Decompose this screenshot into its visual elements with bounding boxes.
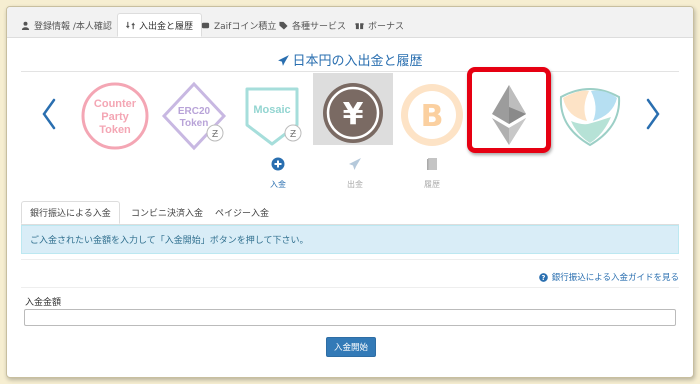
jpy-coin[interactable]: ¥ [314, 77, 392, 155]
divider [21, 71, 679, 72]
ethereum-highlight-box [467, 67, 551, 153]
coin-label: Token [180, 118, 209, 129]
tag-icon [279, 21, 288, 30]
withdraw-action[interactable]: 出金 [335, 157, 375, 190]
question-circle-icon: ? [538, 272, 548, 282]
coin-label: ERC20 [178, 106, 211, 117]
history-action[interactable]: 履歴 [412, 157, 452, 190]
send-icon [349, 158, 361, 170]
user-icon [21, 21, 30, 30]
mosaic-coin[interactable]: Mosaic Ƶ [233, 77, 311, 155]
tab-bonus[interactable]: ボーナス [347, 13, 412, 37]
erc20-token-coin[interactable]: ERC20 Token Ƶ [155, 77, 233, 155]
tab-label: 入出金と履歴 [139, 21, 194, 32]
tab-label: ペイジー入金 [215, 209, 270, 219]
action-label: 履歴 [424, 180, 440, 189]
start-deposit-button[interactable]: 入金開始 [326, 337, 376, 357]
tab-label: Zaifコイン積立 [214, 21, 277, 32]
deposit-method-tabs: 銀行振込による入金 コンビニ決済入金 ペイジー入金 [21, 201, 679, 225]
chevron-left-icon[interactable] [39, 97, 59, 131]
send-icon [278, 55, 290, 66]
divider [21, 259, 679, 260]
book-icon [427, 158, 437, 170]
coin-label: Counter [94, 98, 137, 110]
page-title-text: 日本円の入出金と履歴 [292, 54, 423, 69]
info-message: ご入金されたい金額を入力して「入金開始」ボタンを押して下さい。 [30, 236, 309, 246]
tab-deposit-history[interactable]: 入出金と履歴 [117, 13, 203, 37]
zaif-mark-icon: Ƶ [290, 129, 296, 140]
deposit-action[interactable]: 入金 [258, 157, 298, 190]
coin-label: Mosaic [253, 104, 290, 116]
coin-label: ¥ [343, 97, 364, 132]
action-label: 入金 [270, 180, 286, 189]
chevron-right-icon[interactable] [643, 97, 663, 131]
counterparty-token-coin[interactable]: Counter Party Token [76, 77, 154, 155]
exchange-icon [126, 21, 135, 29]
divider [21, 287, 679, 288]
amount-label: 入金金額 [25, 298, 62, 308]
coin-label: Party [101, 111, 129, 123]
app-window: 登録情報 /本人確認 入出金と履歴 Zaifコイン積立 各種サービス ボーナス … [6, 6, 694, 378]
action-label: 出金 [347, 180, 363, 189]
top-navigation: 登録情報 /本人確認 入出金と履歴 Zaifコイン積立 各種サービス ボーナス [7, 7, 693, 38]
tab-label: 銀行振込による入金 [30, 209, 111, 219]
tab-label: 各種サービス [292, 21, 347, 32]
zaif-mark-icon: Ƶ [212, 129, 218, 140]
guide-link-label: 銀行振込による入金ガイドを見る [551, 273, 679, 283]
info-alert: ご入金されたい金額を入力して「入金開始」ボタンを押して下さい。 [21, 225, 679, 254]
amount-input[interactable] [24, 309, 676, 326]
tab-label: コンビニ決済入金 [131, 209, 204, 219]
bitcoin-coin[interactable]: B [393, 77, 471, 155]
plus-circle-icon [271, 157, 285, 171]
tab-services[interactable]: 各種サービス [271, 13, 354, 37]
page-title: 日本円の入出金と履歴 [7, 50, 693, 69]
gift-icon [355, 22, 364, 29]
coin-label: Token [99, 124, 131, 136]
tab-label: ボーナス [368, 21, 405, 32]
tab-payeasy[interactable]: ペイジー入金 [207, 201, 277, 224]
tab-convenience-store[interactable]: コンビニ決済入金 [123, 201, 211, 224]
tab-label: 登録情報 /本人確認 [34, 21, 112, 32]
nem-coin[interactable] [551, 77, 629, 155]
bank-transfer-guide-link[interactable]: ? 銀行振込による入金ガイドを見る [538, 271, 679, 283]
tab-account-info[interactable]: 登録情報 /本人確認 [13, 13, 120, 37]
tab-bank-transfer[interactable]: 銀行振込による入金 [21, 201, 120, 224]
coin-label: B [421, 99, 444, 134]
svg-text:?: ? [541, 274, 545, 282]
piggybank-icon [201, 22, 210, 28]
